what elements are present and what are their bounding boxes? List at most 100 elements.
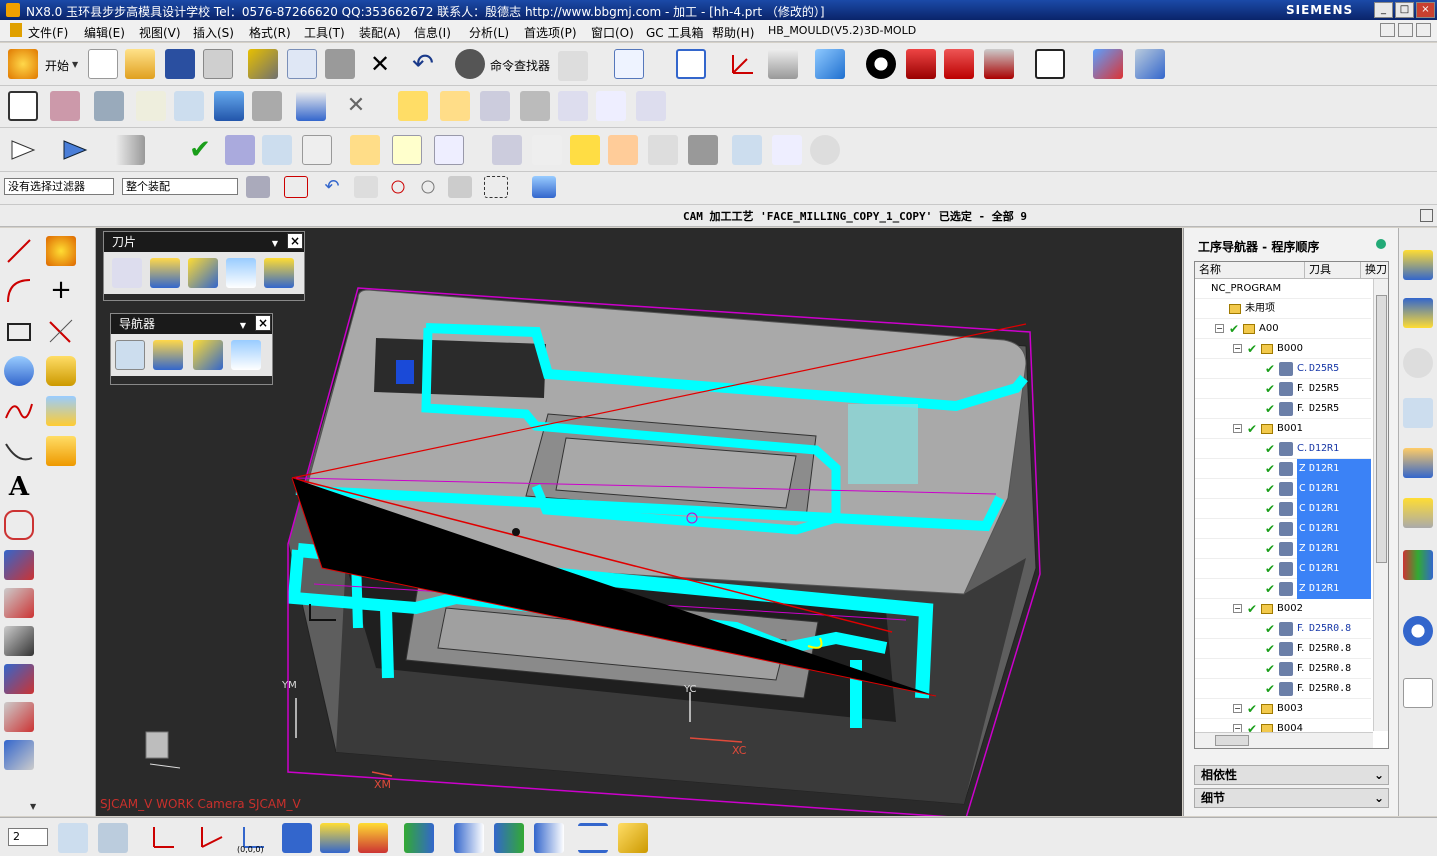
delete-object-icon[interactable] [558,91,588,121]
snap-point-icon[interactable] [284,176,308,198]
planar-mill-icon[interactable] [4,550,34,580]
red-view-icon[interactable] [906,49,936,79]
constraint-navigator-icon[interactable] [1403,298,1433,328]
operation-row[interactable]: ✔ F. D25R0.8 [1195,619,1371,639]
cylinder-icon[interactable] [46,356,76,386]
transform-icon[interactable] [1135,49,1165,79]
menu-gc-toolbox[interactable]: GC 工具箱 [646,24,704,41]
time-icon[interactable] [810,135,840,165]
layer-settings-icon[interactable] [58,823,88,853]
minimize-button[interactable]: _ [1374,2,1393,18]
fit-view-icon[interactable] [676,49,706,79]
start-icon[interactable] [8,49,38,79]
column-tool-change[interactable]: 换刀 [1361,262,1388,279]
output-cls-icon[interactable] [434,135,464,165]
machine-tool-icon[interactable] [153,340,183,370]
collapse-toggle-icon[interactable]: − [1233,704,1242,713]
print-icon[interactable] [203,49,233,79]
tree-vscrollbar[interactable] [1373,279,1388,731]
replay-icon[interactable] [225,135,255,165]
menu-info[interactable]: 信息(I) [414,24,451,41]
cut-icon[interactable] [248,49,278,79]
group-row[interactable]: − ✔ B000 [1195,339,1371,359]
show-end-icon[interactable] [494,823,524,853]
tree-hscroll-thumb[interactable] [1215,735,1249,746]
fillet-icon[interactable] [46,316,76,346]
rectangle-icon[interactable] [4,316,34,346]
tool-change-icon[interactable] [570,135,600,165]
group-row[interactable]: − ✔ B001 [1195,419,1371,439]
menu-tools[interactable]: 工具(T) [304,24,345,41]
system-materials-icon[interactable] [1403,678,1433,708]
doc-close-button[interactable] [1416,23,1431,37]
column-name[interactable]: 名称 [1195,262,1305,279]
navigator-panel-menu-icon[interactable]: ▼ [240,316,246,336]
doc-minimize-button[interactable] [1380,23,1395,37]
measure-distance-icon[interactable] [578,823,608,853]
display-toolpath-icon[interactable] [404,823,434,853]
method-icon[interactable] [226,258,256,288]
menu-help[interactable]: 帮助(H) [712,24,754,41]
history-icon[interactable] [1403,550,1433,580]
show-path-icon[interactable] [534,823,564,853]
menu-assembly[interactable]: 装配(A) [359,24,401,41]
mid-point-icon[interactable] [416,176,440,198]
group-row[interactable]: − ✔ A00 [1195,319,1371,339]
tree-hscrollbar[interactable] [1195,732,1373,748]
copy-object-icon[interactable] [480,91,510,121]
operation-row[interactable]: ✔ C. D25R5 [1195,359,1371,379]
geometry-view-icon[interactable] [115,135,145,165]
status-expand-icon[interactable] [1420,209,1433,222]
operation-row[interactable]: ✔ Z.D12R1 [1195,539,1371,559]
app-menu-icon[interactable] [10,23,22,37]
group-row[interactable]: − ✔ B002 [1195,599,1371,619]
postprocess-icon[interactable] [350,135,380,165]
paste-icon[interactable] [325,49,355,79]
command-finder-label[interactable]: 命令查找器 [490,57,550,74]
geometry-nav-icon[interactable] [193,340,223,370]
wcs-origin-icon[interactable] [148,823,178,853]
operation-row[interactable]: ✔ C.D12R1 [1195,519,1371,539]
navigator-panel-close-icon[interactable]: × [255,315,271,331]
program-order-view-icon[interactable] [8,135,38,165]
collapse-toggle-icon[interactable]: − [1233,344,1242,353]
undo-select-icon[interactable]: ↶ [320,176,344,198]
point-icon[interactable]: + [46,276,76,306]
operation-row[interactable]: ✔ C.D12R1 [1195,559,1371,579]
doc-restore-button[interactable] [1398,23,1413,37]
machine-tool-view-icon[interactable] [60,135,90,165]
operation-row[interactable]: ✔ Z.D12R1 [1195,579,1371,599]
menu-edit[interactable]: 编辑(E) [84,24,125,41]
assembly-navigator-icon[interactable] [1403,250,1433,280]
delete-icon[interactable]: ✕ [365,49,395,79]
web-browser-icon[interactable] [1403,616,1433,646]
spline-icon[interactable] [4,396,34,426]
feed-icon[interactable] [492,135,522,165]
column-tool[interactable]: 刀具 [1305,262,1361,279]
move-to-layer-icon[interactable] [98,823,128,853]
operation-row[interactable]: ✔ C.D12R1 [1195,479,1371,499]
end-point-icon[interactable] [386,176,410,198]
wcs-dynamic-icon[interactable] [196,823,226,853]
section-details[interactable]: 细节 ⌄ [1194,788,1389,808]
operation-row[interactable]: ✔ C.D12R1 [1195,499,1371,519]
start-label[interactable]: 开始 [45,57,69,74]
extrude-icon[interactable] [4,356,34,386]
move-object-icon[interactable] [1093,49,1123,79]
menu-window[interactable]: 窗口(O) [591,24,634,41]
create-operation-icon[interactable] [174,91,204,121]
menu-view[interactable]: 视图(V) [139,24,181,41]
boundary-icon[interactable] [214,91,244,121]
create-program-icon[interactable] [8,91,38,121]
reuse-library-icon[interactable] [1403,448,1433,478]
render-style-icon[interactable] [768,49,798,79]
list-icon[interactable] [608,135,638,165]
rectangle-select-icon[interactable] [484,176,508,198]
measure-angle-icon[interactable] [618,823,648,853]
zlevel-mill-icon[interactable] [4,626,34,656]
operation-row[interactable]: ✔ F. D25R5 [1195,399,1371,419]
scope-select[interactable]: 整个装配 [122,178,238,195]
verify-icon[interactable] [302,135,332,165]
tool-icon[interactable] [150,258,180,288]
tree-vscroll-thumb[interactable] [1376,295,1387,563]
